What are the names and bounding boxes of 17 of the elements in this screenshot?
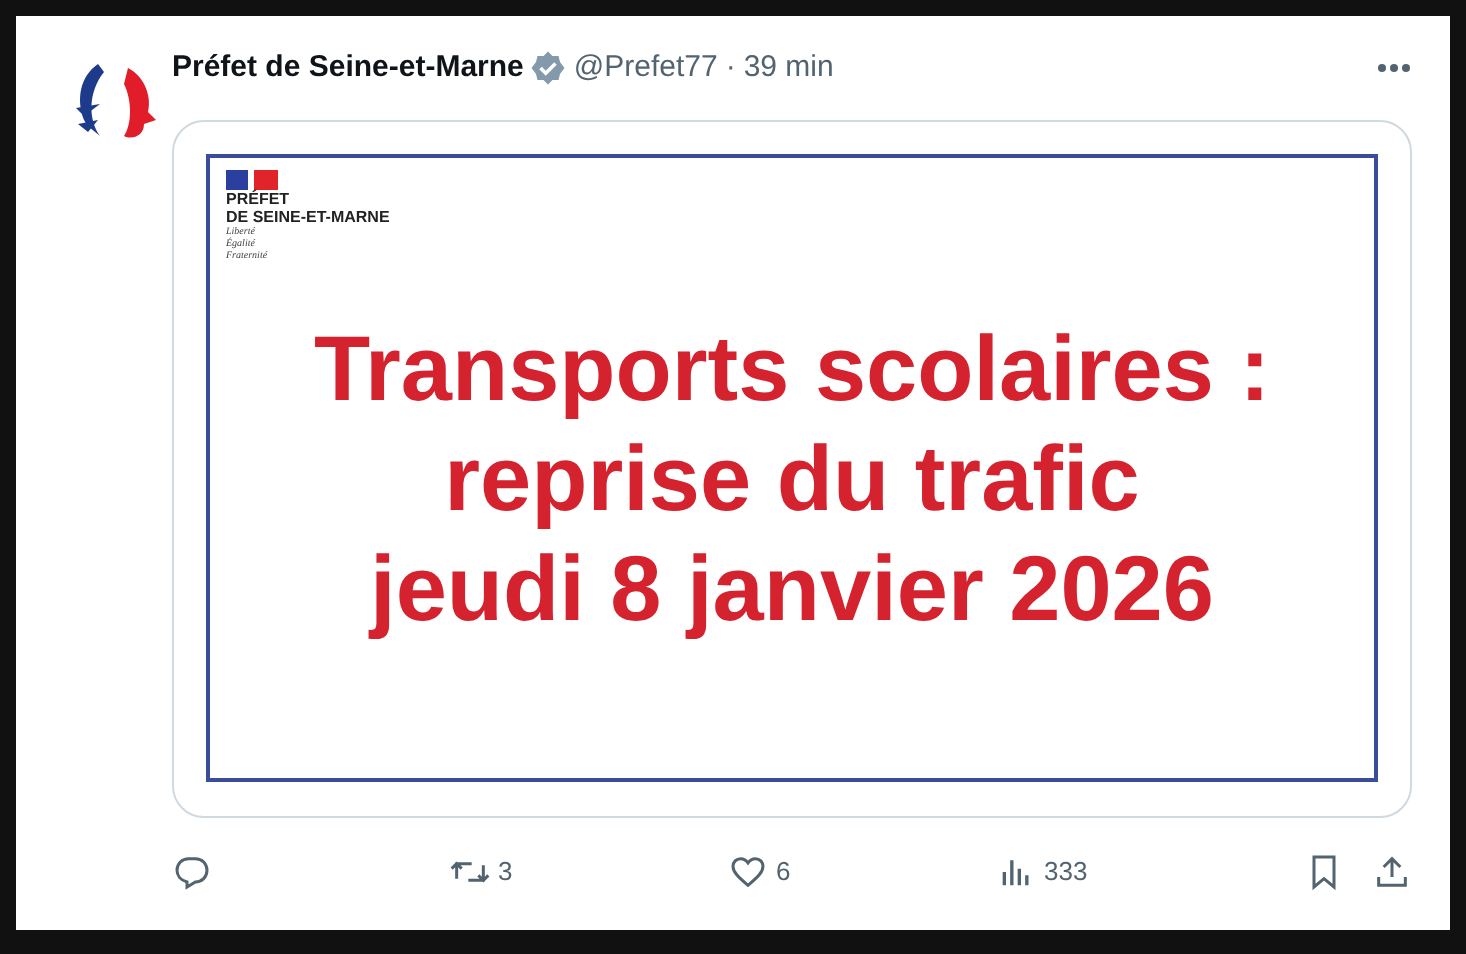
author-name[interactable]: Préfet de Seine-et-Marne: [172, 45, 524, 91]
logo-text: DE SEINE-ET-MARNE: [226, 208, 392, 226]
more-options-icon[interactable]: [1376, 62, 1412, 74]
timestamp[interactable]: 39 min: [743, 45, 834, 91]
flag-logo-icon: [226, 170, 278, 190]
action-count: 3: [498, 854, 513, 891]
headline-text: jeudi 8 janvier 2026: [370, 534, 1214, 644]
share-icon[interactable]: [1372, 852, 1412, 892]
headline-text: reprise du trafic: [444, 424, 1140, 534]
headline-text: Transports scolaires :: [313, 314, 1271, 424]
user-handle[interactable]: @Prefet77: [573, 45, 718, 91]
logo-text: PRÉFET: [226, 190, 292, 208]
separator-dot: ·: [725, 47, 736, 88]
action-count: 333: [1044, 854, 1088, 891]
heart-icon[interactable]: [728, 852, 768, 892]
reply-icon[interactable]: [172, 852, 212, 892]
action-count: 6: [776, 854, 791, 891]
